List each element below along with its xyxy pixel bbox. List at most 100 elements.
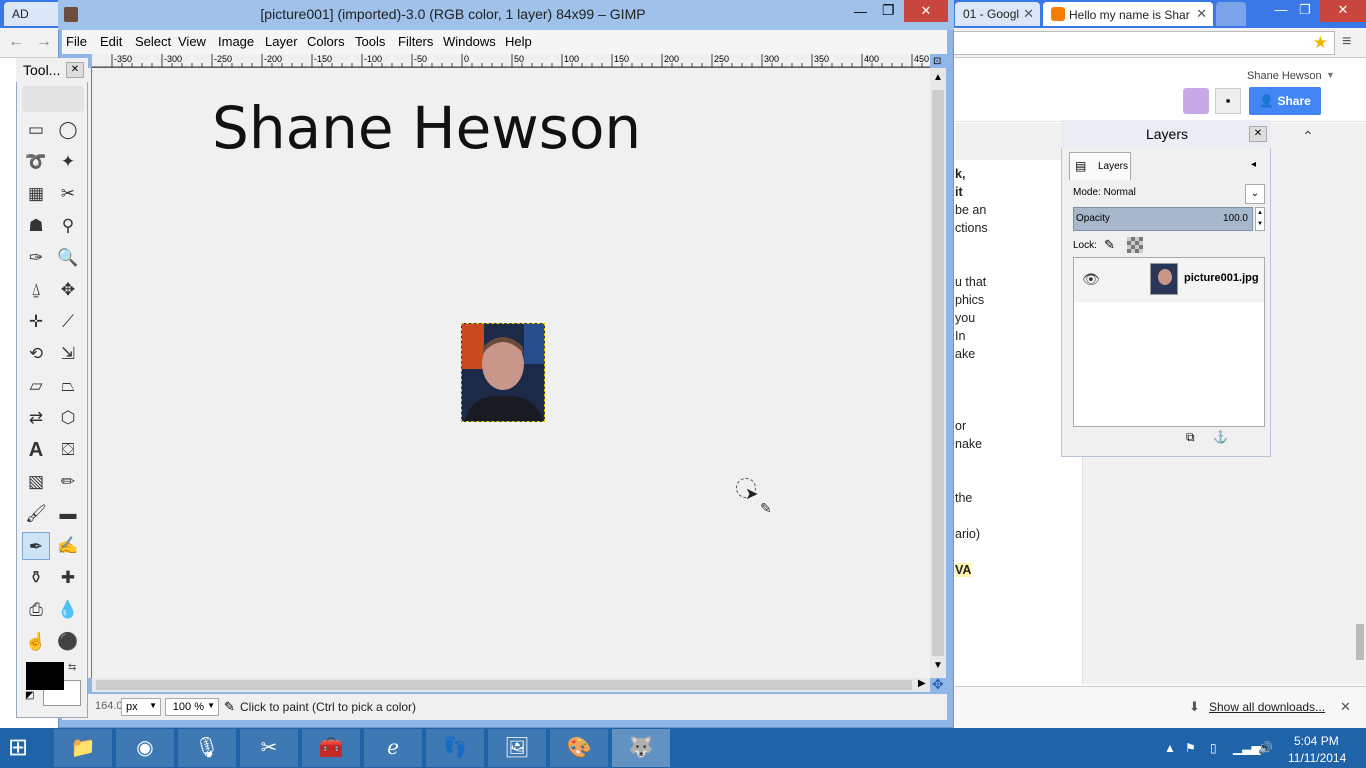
comment-icon[interactable]: ▪	[1215, 88, 1241, 114]
move-icon[interactable]: ✥	[54, 276, 82, 304]
blur-icon[interactable]: 💧	[54, 596, 82, 624]
show-all-downloads-link[interactable]: Show all downloads...	[1209, 700, 1325, 714]
user-name[interactable]: Shane Hewson	[1247, 70, 1322, 82]
footprint-icon[interactable]: 👣	[426, 729, 484, 767]
menu-colors[interactable]: Colors	[307, 34, 345, 49]
eraser-icon[interactable]: ▬	[54, 500, 82, 528]
zoom-select[interactable]: 100 % ▼	[165, 698, 219, 716]
align-icon[interactable]: ✛	[22, 308, 50, 336]
horizontal-ruler[interactable]: -350 -300 -250 -200 -150 -100 -50 0 50 1…	[92, 54, 930, 68]
tab-hello[interactable]: Hello my name is Shar ✕	[1043, 2, 1213, 26]
cage-transform-icon[interactable]: ⬡	[54, 404, 82, 432]
foreground-color-swatch[interactable]	[26, 662, 64, 690]
foreground-select-icon[interactable]: ☗	[22, 212, 50, 240]
photos-icon[interactable]: 🖼	[488, 729, 546, 767]
duplicate-layer-icon[interactable]: ⧉	[1186, 430, 1195, 445]
color-picker-icon[interactable]: ✑	[22, 244, 50, 272]
paintbrush-icon[interactable]: 🖌	[22, 500, 50, 528]
navigate-cross-icon[interactable]: ✥	[932, 676, 944, 693]
back-arrow-icon[interactable]: ←	[8, 33, 24, 51]
menu-help[interactable]: Help	[505, 34, 532, 49]
layer-image-portrait[interactable]	[461, 323, 545, 422]
menu-windows[interactable]: Windows	[443, 34, 496, 49]
chevron-right-icon[interactable]: ▶	[918, 678, 926, 689]
dodge-burn-icon[interactable]: ⚫	[54, 628, 82, 656]
ellipse-select-icon[interactable]: ◯	[54, 116, 82, 144]
close-icon[interactable]: ✕	[1320, 0, 1366, 22]
vertical-scroll-thumb[interactable]	[932, 90, 944, 656]
tab-layers[interactable]: ▤ Layers	[1069, 152, 1131, 180]
lock-pixels-icon[interactable]: ✎	[1104, 237, 1115, 253]
flag-icon[interactable]: ⚑	[1185, 741, 1196, 755]
fuzzy-select-icon[interactable]: ✦	[54, 148, 82, 176]
maximize-icon[interactable]: ❐	[882, 2, 895, 19]
horizontal-scroll-thumb[interactable]	[96, 680, 912, 690]
unit-select[interactable]: px ▼	[121, 698, 161, 716]
blend-icon[interactable]: ▧	[22, 468, 50, 496]
toolbox-titlebar[interactable]: Tool... ✕	[16, 58, 88, 82]
crop-icon[interactable]: ⟋	[54, 308, 82, 336]
clone-icon[interactable]: ⚱	[22, 564, 50, 592]
menu-image[interactable]: Image	[218, 34, 254, 49]
star-icon[interactable]: ★	[1313, 33, 1328, 53]
close-icon[interactable]: ✕	[1340, 699, 1351, 715]
layers-titlebar[interactable]: Layers ✕	[1061, 120, 1271, 148]
mode-dropdown[interactable]: ⌄	[1245, 184, 1265, 204]
device-icon[interactable]: ▯	[1210, 741, 1217, 755]
measure-icon[interactable]: ⍙	[22, 276, 50, 304]
close-button[interactable]: ✕	[904, 0, 948, 22]
rotate-icon[interactable]: ⟲	[22, 340, 50, 368]
reset-colors-icon[interactable]: ◩	[25, 690, 34, 701]
heal-icon[interactable]: ✚	[54, 564, 82, 592]
opacity-spinner[interactable]: ▲ ▼	[1255, 207, 1265, 231]
avatar[interactable]	[1183, 88, 1209, 114]
color-select-icon[interactable]: ▦	[22, 180, 50, 208]
paint-icon[interactable]: 🎨	[550, 729, 608, 767]
smudge-icon[interactable]: ☝	[22, 628, 50, 656]
chevron-down-icon[interactable]: ▼	[933, 660, 943, 671]
page-scrollbar[interactable]	[1356, 624, 1364, 660]
shear-icon[interactable]: ▱	[22, 372, 50, 400]
windows-start-icon[interactable]: ⊞	[8, 734, 28, 762]
audacity-icon[interactable]: 🎙	[178, 729, 236, 767]
menu-edit[interactable]: Edit	[100, 34, 122, 49]
pencil-icon[interactable]: ✏	[54, 468, 82, 496]
zoom-icon[interactable]: 🔍	[54, 244, 82, 272]
chevron-down-icon[interactable]: ▼	[1326, 70, 1335, 80]
clock-date[interactable]: 11/11/2014	[1288, 751, 1346, 765]
menu-select[interactable]: Select	[135, 34, 171, 49]
menu-tools[interactable]: Tools	[355, 34, 385, 49]
gimp-titlebar[interactable]: [picture001] (imported)-3.0 (RGB color, …	[58, 0, 954, 30]
close-icon[interactable]: ✕	[1196, 6, 1207, 22]
opacity-slider[interactable]: Opacity 100.0	[1073, 207, 1253, 231]
menu-filters[interactable]: Filters	[398, 34, 433, 49]
menu-view[interactable]: View	[178, 34, 206, 49]
clock-time[interactable]: 5:04 PM	[1294, 734, 1339, 748]
tab-google[interactable]: 01 - Googl ✕	[955, 2, 1040, 26]
chrome-icon[interactable]: ◉	[116, 729, 174, 767]
rect-select-icon[interactable]: ▭	[22, 116, 50, 144]
file-explorer-icon[interactable]: 📁	[54, 729, 112, 767]
address-bar[interactable]: ★	[950, 31, 1335, 55]
chevron-up-icon[interactable]: ▲	[933, 72, 943, 83]
minimize-icon[interactable]: —	[854, 4, 867, 19]
swap-colors-icon[interactable]: ⇆	[68, 662, 76, 673]
scale-icon[interactable]: ⇲	[54, 340, 82, 368]
anchor-icon[interactable]: ⚓	[1213, 430, 1228, 444]
close-icon[interactable]: ✕	[1023, 6, 1034, 22]
volume-icon[interactable]: 🔊	[1258, 741, 1273, 755]
new-tab-button[interactable]	[1216, 2, 1246, 26]
close-button[interactable]: ✕	[66, 62, 84, 78]
network-icon[interactable]: ▁▃▅	[1233, 741, 1261, 755]
dock-menu-icon[interactable]: ◂	[1251, 159, 1256, 170]
layer-row[interactable]: 👁 picture001.jpg	[1074, 258, 1264, 302]
chevron-up-icon[interactable]: ▲	[1164, 741, 1176, 755]
maximize-icon[interactable]: ❐	[1290, 0, 1320, 22]
perspective-icon[interactable]: ⏢	[54, 372, 82, 400]
share-button[interactable]: 👤 Share	[1249, 87, 1321, 115]
tab-ad[interactable]: AD	[4, 2, 64, 26]
ink-icon[interactable]: ✍	[54, 532, 82, 560]
eye-icon[interactable]: 👁	[1082, 271, 1100, 288]
menu-layer[interactable]: Layer	[265, 34, 298, 49]
text-icon[interactable]: A	[22, 436, 50, 464]
